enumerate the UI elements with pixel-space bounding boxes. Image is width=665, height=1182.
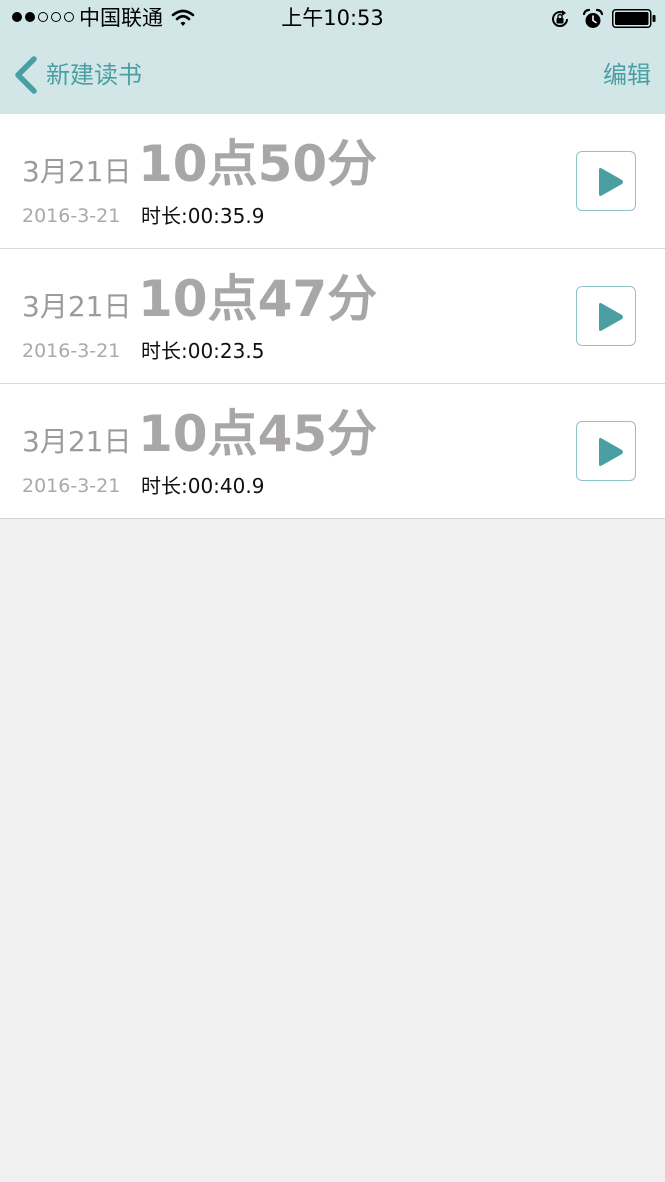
play-icon bbox=[599, 303, 623, 331]
alarm-clock-icon bbox=[582, 8, 604, 28]
recording-date: 3月21日 bbox=[22, 290, 132, 323]
recording-time: 10点47分 bbox=[138, 270, 378, 328]
recording-list: 3月21日 10点50分 2016-3-21 时长:00:35.9 3月21日 … bbox=[0, 114, 665, 519]
rotation-lock-icon bbox=[552, 10, 569, 28]
status-bar: 中国联通 上午10:53 bbox=[0, 0, 665, 38]
recording-full-date: 2016-3-21 bbox=[22, 475, 121, 497]
recording-time: 10点50分 bbox=[138, 135, 378, 193]
recording-time: 10点45分 bbox=[138, 405, 378, 463]
back-button-label: 新建读书 bbox=[46, 61, 142, 89]
play-icon bbox=[599, 168, 623, 196]
recording-full-date: 2016-3-21 bbox=[22, 205, 121, 227]
recording-duration: 时长:00:23.5 bbox=[141, 339, 265, 363]
top-bar: 中国联通 上午10:53 新建读书 编辑 bbox=[0, 0, 665, 115]
recording-full-date: 2016-3-21 bbox=[22, 340, 121, 362]
back-button[interactable]: 新建读书 bbox=[12, 54, 142, 96]
chevron-left-icon bbox=[15, 56, 37, 94]
list-item[interactable]: 3月21日 10点45分 2016-3-21 时长:00:40.9 bbox=[0, 384, 665, 518]
play-button[interactable] bbox=[576, 286, 636, 346]
list-item[interactable]: 3月21日 10点47分 2016-3-21 时长:00:23.5 bbox=[0, 249, 665, 384]
edit-button[interactable]: 编辑 bbox=[603, 60, 651, 90]
play-button[interactable] bbox=[576, 151, 636, 211]
recording-date: 3月21日 bbox=[22, 425, 132, 458]
recording-duration: 时长:00:35.9 bbox=[141, 204, 265, 228]
play-icon bbox=[599, 438, 623, 466]
play-button[interactable] bbox=[576, 421, 636, 481]
battery-icon bbox=[612, 9, 656, 28]
recording-duration: 时长:00:40.9 bbox=[141, 474, 265, 498]
recording-date: 3月21日 bbox=[22, 155, 132, 188]
list-item[interactable]: 3月21日 10点50分 2016-3-21 时长:00:35.9 bbox=[0, 114, 665, 249]
